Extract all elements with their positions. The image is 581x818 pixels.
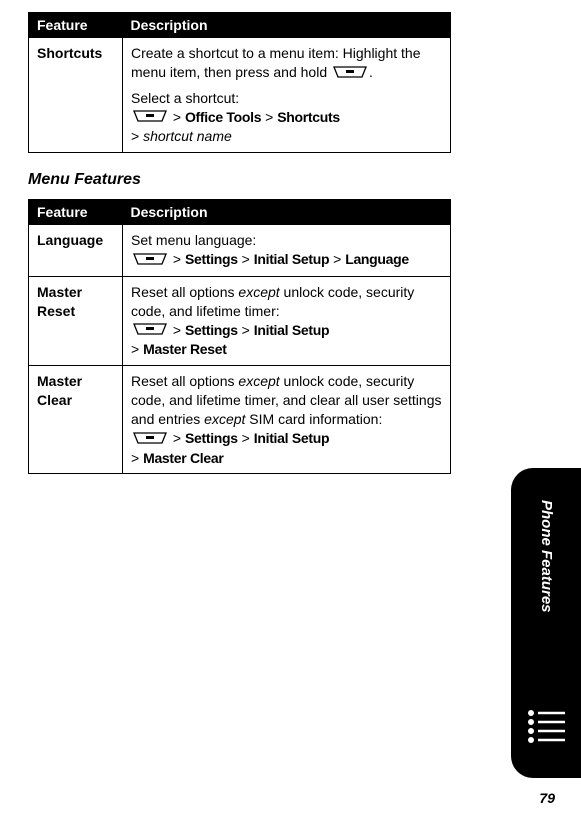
menu-path: Settings xyxy=(185,430,238,446)
feature-description: Set menu language: > Settings > Initial … xyxy=(123,225,451,277)
path-sep: > xyxy=(169,109,185,125)
path-sep: > xyxy=(329,251,345,267)
table-row: Shortcuts Create a shortcut to a menu it… xyxy=(29,38,451,153)
feature-name: Shortcuts xyxy=(29,38,123,153)
desc-text: SIM card information: xyxy=(245,411,382,427)
desc-text: Set menu language: xyxy=(131,231,442,250)
menu-path-variable: shortcut name xyxy=(143,128,232,144)
menu-path: Language xyxy=(345,251,409,267)
menu-path: Office Tools xyxy=(185,109,261,125)
table-row: Language Set menu language: > Settings >… xyxy=(29,225,451,277)
menu-path: Master Clear xyxy=(143,450,223,466)
path-sep: > xyxy=(169,322,185,338)
menu-path: Shortcuts xyxy=(277,109,340,125)
side-tab-label: Phone Features xyxy=(538,500,555,613)
path-sep: > xyxy=(238,251,254,267)
menu-path: Settings xyxy=(185,322,238,338)
menu-path: Initial Setup xyxy=(254,430,329,446)
page-number: 79 xyxy=(539,790,555,806)
table2-header-description: Description xyxy=(123,200,451,225)
table1-header-feature: Feature xyxy=(29,13,123,38)
feature-name: Master Clear xyxy=(29,366,123,474)
desc-text-em: except xyxy=(238,284,279,300)
menu-key-icon xyxy=(131,251,169,270)
menu-key-icon xyxy=(131,321,169,340)
menu-key-icon xyxy=(131,430,169,449)
menu-path: Settings xyxy=(185,251,238,267)
path-sep: > xyxy=(261,109,277,125)
desc-text: Reset all options xyxy=(131,373,238,389)
table2-header-feature: Feature xyxy=(29,200,123,225)
path-sep: > xyxy=(169,430,185,446)
table-row: Master Clear Reset all options except un… xyxy=(29,366,451,474)
desc-text: Reset all options xyxy=(131,284,238,300)
path-sep: > xyxy=(238,430,254,446)
table1-header-description: Description xyxy=(123,13,451,38)
section-heading: Menu Features xyxy=(28,171,451,189)
path-sep: > xyxy=(238,322,254,338)
feature-description: Create a shortcut to a menu item: Highli… xyxy=(123,38,451,153)
desc-text: Select a shortcut: xyxy=(131,89,442,108)
desc-text-em: except xyxy=(238,373,279,389)
feature-name: Master Reset xyxy=(29,276,123,365)
path-sep: > xyxy=(131,341,143,357)
shortcuts-table: Feature Description Shortcuts Create a s… xyxy=(28,12,451,153)
menu-path: Master Reset xyxy=(143,341,227,357)
feature-description: Reset all options except unlock code, se… xyxy=(123,366,451,474)
side-tab: Phone Features xyxy=(511,468,581,778)
table-row: Master Reset Reset all options except un… xyxy=(29,276,451,365)
path-sep: > xyxy=(131,450,143,466)
menu-key-icon xyxy=(331,64,369,83)
menu-features-table: Feature Description Language Set menu la… xyxy=(28,199,451,474)
desc-text: Create a shortcut to a menu item: xyxy=(131,45,339,61)
desc-text-em: except xyxy=(204,411,245,427)
path-sep: > xyxy=(169,251,185,267)
menu-path: Initial Setup xyxy=(254,322,329,338)
feature-description: Reset all options except unlock code, se… xyxy=(123,276,451,365)
path-sep: > xyxy=(131,128,143,144)
desc-text: . xyxy=(369,64,373,80)
feature-name: Language xyxy=(29,225,123,277)
menu-key-icon xyxy=(131,108,169,127)
menu-path: Initial Setup xyxy=(254,251,329,267)
list-icon xyxy=(525,709,567,750)
